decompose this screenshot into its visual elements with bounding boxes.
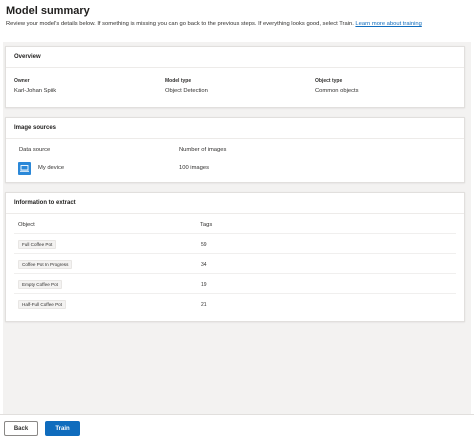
model-type-value: Object Detection	[165, 88, 208, 94]
data-source-name: My device	[38, 165, 65, 171]
object-chip: Empty Coffee Pot	[18, 280, 62, 289]
laptop-icon	[18, 162, 31, 175]
object-chip: Half-Full Coffee Pot	[18, 300, 67, 309]
object-column-header: Object	[18, 222, 35, 228]
model-type-label: Model type	[165, 78, 192, 84]
extract-card: Information to extract Object Tags Full …	[5, 192, 465, 322]
page-title: Model summary	[6, 5, 90, 17]
object-chip: Coffee Pot In Progress	[18, 260, 73, 269]
intro-description: Review your model's details below. If so…	[6, 21, 356, 27]
extract-heading: Information to extract	[6, 193, 464, 214]
overview-heading: Overview	[6, 47, 464, 68]
learn-more-link[interactable]: Learn more about training	[355, 21, 421, 27]
object-type-value: Common objects	[315, 88, 359, 94]
owner-value: Karl-Johan Spiik	[14, 88, 57, 94]
object-type-label: Object type	[315, 78, 343, 84]
owner-label: Owner	[14, 78, 30, 84]
row-divider	[14, 253, 456, 254]
image-sources-card: Image sources Data source Number of imag…	[5, 117, 465, 183]
footer-divider	[0, 414, 474, 415]
object-tag-count: 34	[201, 262, 207, 268]
object-tag-count: 59	[201, 242, 207, 248]
data-source-column-header: Data source	[19, 147, 51, 153]
image-sources-heading: Image sources	[6, 118, 464, 139]
summary-content: Overview Owner Karl-Johan Spiik Model ty…	[3, 42, 471, 415]
header-divider	[14, 233, 456, 234]
row-divider	[14, 273, 456, 274]
back-button[interactable]: Back	[4, 421, 38, 436]
object-tag-count: 19	[201, 282, 207, 288]
object-tag-count: 21	[201, 302, 207, 308]
row-divider	[14, 293, 456, 294]
train-button[interactable]: Train	[45, 421, 80, 436]
image-count-value: 100 images	[179, 165, 209, 171]
overview-card: Overview Owner Karl-Johan Spiik Model ty…	[5, 46, 465, 108]
object-chip: Full Coffee Pot	[18, 240, 57, 249]
image-count-column-header: Number of images	[179, 147, 227, 153]
tags-column-header: Tags	[200, 222, 213, 228]
intro-text: Review your model's details below. If so…	[6, 20, 466, 29]
